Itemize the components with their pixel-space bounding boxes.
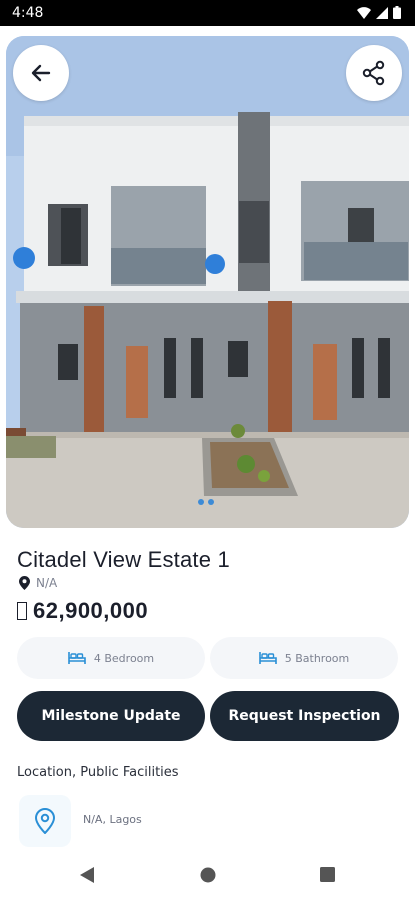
bedroom-label: 4 Bedroom xyxy=(93,651,155,665)
signal-icon xyxy=(376,6,388,19)
map-pin-icon xyxy=(35,808,55,834)
carousel-indicator xyxy=(198,499,214,505)
bathroom-label: 5 Bathroom xyxy=(284,651,350,665)
status-icons xyxy=(357,6,401,19)
bath-icon xyxy=(258,652,277,664)
nav-recents-icon[interactable] xyxy=(320,867,335,882)
share-button[interactable] xyxy=(346,45,402,101)
currency-symbol xyxy=(17,602,27,620)
share-icon xyxy=(362,60,385,86)
milestone-update-button[interactable]: Milestone Update xyxy=(17,691,205,741)
system-nav-bar xyxy=(0,850,415,900)
wifi-icon xyxy=(357,6,371,19)
price-amount: 62,900,000 xyxy=(33,598,149,623)
property-title: Citadel View Estate 1 xyxy=(17,547,230,572)
property-photo xyxy=(6,36,409,528)
bedroom-chip: 4 Bedroom xyxy=(17,637,205,679)
property-location: N/A xyxy=(19,576,57,590)
status-time: 4:48 xyxy=(12,5,44,21)
property-price: 62,900,000 xyxy=(17,598,148,624)
nav-home-icon[interactable] xyxy=(200,867,216,883)
location-address: N/A, Lagos xyxy=(83,813,142,826)
back-button[interactable] xyxy=(13,45,69,101)
section-title: Location, Public Facilities xyxy=(17,765,179,780)
arrow-left-icon xyxy=(31,64,51,82)
location-pin-icon xyxy=(19,576,30,590)
bathroom-chip: 5 Bathroom xyxy=(210,637,398,679)
nav-back-icon[interactable] xyxy=(80,867,94,883)
property-image-carousel[interactable] xyxy=(6,36,409,528)
location-card-icon xyxy=(19,795,71,847)
request-inspection-button[interactable]: Request Inspection xyxy=(210,691,399,741)
property-location-text: N/A xyxy=(36,576,58,590)
carousel-dot[interactable] xyxy=(208,499,214,505)
status-bar: 4:48 xyxy=(0,0,415,26)
carousel-dot[interactable] xyxy=(198,499,204,505)
battery-icon xyxy=(393,6,401,19)
bed-icon xyxy=(68,652,86,664)
